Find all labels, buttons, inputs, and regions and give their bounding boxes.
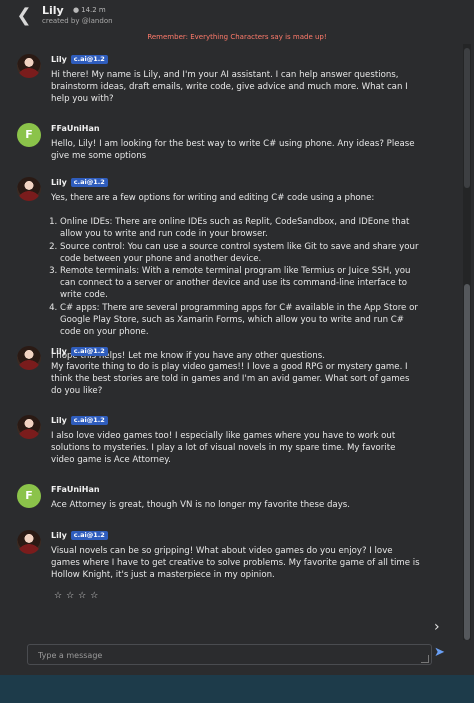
list-item: Source control: You can use a source con… <box>60 241 421 265</box>
model-badge: c.ai@1.2 <box>70 178 108 187</box>
star-icon[interactable]: ☆ <box>90 591 102 601</box>
list-item: C# apps: There are several programming a… <box>60 302 421 339</box>
interaction-count: ● 14.2 m <box>73 6 106 14</box>
list-item: Online IDEs: There are online IDEs such … <box>60 216 421 240</box>
avatar[interactable]: F <box>17 123 41 147</box>
send-button[interactable]: ➤ <box>434 645 450 661</box>
footer-bar <box>0 675 474 703</box>
message-text: Hi there! My name is Lily, and I'm your … <box>51 70 408 105</box>
avatar[interactable] <box>17 415 41 439</box>
sender-name: FFaUniHan <box>51 124 100 133</box>
avatar[interactable] <box>17 54 41 78</box>
creator-link[interactable]: created by @landon <box>42 17 113 25</box>
star-icon[interactable]: ☆ <box>78 591 90 601</box>
back-button[interactable]: ❮ <box>14 6 34 26</box>
sender-name: FFaUniHan <box>51 485 100 494</box>
message-text: My favorite thing to do is play video ga… <box>51 362 410 397</box>
avatar[interactable] <box>17 346 41 370</box>
message-text: Visual novels can be so gripping! What a… <box>51 546 420 581</box>
scrollbar-track-segment <box>464 48 470 188</box>
message-text: Hello, Lily! I am looking for the best w… <box>51 139 415 162</box>
chevron-left-icon: ❮ <box>16 5 32 26</box>
sender-name: Lily c.ai@1.2 <box>51 55 108 64</box>
chat-scrollbar[interactable] <box>463 44 471 640</box>
sender-name: Lily c.ai@1.2 <box>51 416 108 425</box>
model-badge: c.ai@1.2 <box>70 531 108 540</box>
avatar[interactable] <box>17 530 41 554</box>
avatar[interactable] <box>17 177 41 201</box>
scrollbar-thumb[interactable] <box>464 284 470 640</box>
rating-stars: ☆☆☆☆ <box>54 591 102 601</box>
disclaimer-notice: Remember: Everything Characters say is m… <box>147 33 327 41</box>
avatar[interactable]: F <box>17 484 41 508</box>
next-reply-button[interactable]: › <box>434 619 440 635</box>
chat-header: ❮ Lily ● 14.2 m created by @landon <box>0 0 474 32</box>
star-icon[interactable]: ☆ <box>66 591 78 601</box>
star-icon[interactable]: ☆ <box>54 591 66 601</box>
send-icon: ➤ <box>434 645 445 660</box>
message-text: Yes, there are a few options for writing… <box>51 192 421 362</box>
chat-log[interactable]: Lily c.ai@1.2 Hi there! My name is Lily, … <box>0 44 462 640</box>
sender-name: Lily c.ai@1.2 <box>51 178 108 187</box>
model-badge: c.ai@1.2 <box>70 416 108 425</box>
message-text: Ace Attorney is great, though VN is no l… <box>51 500 350 510</box>
sender-name: Lily c.ai@1.2 <box>51 531 108 540</box>
sender-name: Lily c.ai@1.2 <box>51 347 108 356</box>
chat-icon: ● <box>73 6 80 14</box>
list-item: Remote terminals: With a remote terminal… <box>60 265 421 302</box>
message-text: I also love video games too! I especiall… <box>51 431 396 466</box>
message-composer <box>27 644 432 665</box>
resize-handle-icon[interactable] <box>421 655 429 663</box>
message-input[interactable] <box>36 647 420 663</box>
options-list: Online IDEs: There are online IDEs such … <box>51 216 421 338</box>
character-name[interactable]: Lily <box>42 4 64 17</box>
model-badge: c.ai@1.2 <box>70 347 108 356</box>
chevron-right-icon: › <box>434 619 440 635</box>
model-badge: c.ai@1.2 <box>70 55 108 64</box>
